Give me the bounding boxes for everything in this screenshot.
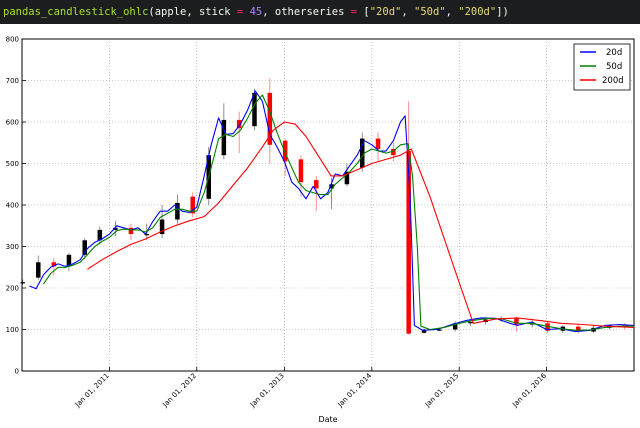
x-tick-label: Jan 01, 2011 <box>73 372 111 410</box>
x-tick-label: Jan 01, 2012 <box>161 372 199 410</box>
code-bracket-open: [ <box>357 6 370 18</box>
code-string-50d: "50d" <box>414 6 446 18</box>
code-comma-1: , <box>401 6 414 18</box>
code-comma-2: , <box>445 6 459 18</box>
y-tick-label: 300 <box>6 243 19 251</box>
y-tick-label: 0 <box>15 368 19 376</box>
code-arg-otherseries: , otherseries <box>262 6 351 18</box>
candle-body <box>128 227 134 235</box>
y-tick-label: 700 <box>6 77 19 85</box>
code-bracket-close: ]) <box>496 6 509 18</box>
candle-body <box>314 180 319 189</box>
legend-label-200d: 200d <box>602 76 624 86</box>
candle-body <box>468 322 473 324</box>
code-string-20d: "20d" <box>369 6 402 18</box>
x-axis-ticks: Jan 01, 2011 Jan 01, 2012 Jan 01, 2013 Jan … <box>73 367 548 409</box>
legend-label-50d: 50d <box>606 62 622 72</box>
y-tick-label: 600 <box>6 119 19 127</box>
code-stick-value: 45 <box>249 6 263 18</box>
x-axis-label: Date <box>318 415 337 424</box>
code-string-200d: "200d" <box>458 6 497 18</box>
x-tick-label: Jan 01, 2016 <box>510 371 548 409</box>
legend-label-20d: 20d <box>606 48 622 58</box>
y-tick-label: 100 <box>6 326 19 334</box>
candle-body <box>20 282 25 284</box>
candle-body <box>375 138 381 149</box>
candle-body <box>298 159 304 183</box>
candle-body <box>36 262 41 278</box>
y-tick-label: 500 <box>6 160 19 168</box>
x-tick-label: Jan 01, 2015 <box>423 372 461 410</box>
y-tick-label: 200 <box>6 285 19 293</box>
legend: 20d 50d 200d <box>573 43 631 91</box>
code-line: pandas_candlestick_ohlc(apple, stick = 4… <box>0 0 640 24</box>
y-tick-label: 400 <box>6 202 19 210</box>
y-tick-label: 800 <box>6 36 19 44</box>
code-function-name: pandas_candlestick_ohlc <box>3 6 149 18</box>
x-tick-label: Jan 01, 2013 <box>248 372 286 410</box>
candle-body <box>282 140 288 162</box>
x-tick-label: Jan 01, 2014 <box>336 371 374 409</box>
candlestick-chart: 0100200300400500600700800 Jan 01, 2011 Ja… <box>6 36 635 424</box>
code-arg-apple: apple, stick <box>154 6 237 18</box>
